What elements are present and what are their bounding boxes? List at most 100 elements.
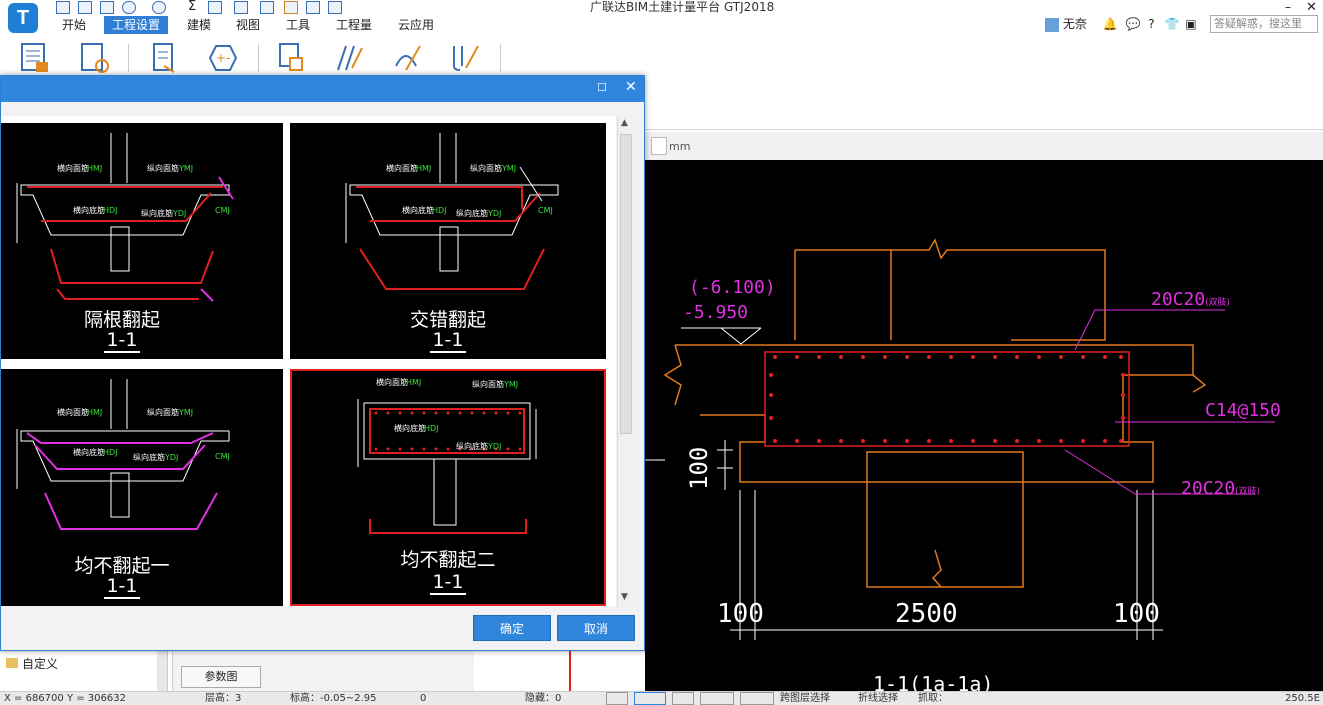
app-logo[interactable]: T	[8, 3, 38, 33]
cancel-button[interactable]: 取消	[557, 615, 635, 641]
scroll-down-icon[interactable]: ▼	[621, 592, 628, 602]
scale-text: 250.5E	[1285, 693, 1320, 704]
label-bottom-transverse: 横向底筋	[73, 205, 105, 215]
tree-item-custom[interactable]: 自定义	[6, 655, 58, 672]
rebar-design-icon[interactable]	[334, 42, 364, 74]
grab-text: 抓取：	[918, 693, 948, 704]
label-top-longitudinal: 纵向面筋	[472, 379, 504, 389]
floor-settings-icon[interactable]: +-	[206, 42, 240, 74]
scroll-thumb[interactable]	[620, 134, 632, 434]
label-code-cmj: CMJ	[215, 206, 230, 215]
unit-spinner[interactable]	[651, 137, 667, 155]
option-gallery: 横向面筋 HMJ 纵向面筋 YMJ 横向底筋 HDJ 纵向底筋 YDJ CMJ …	[1, 116, 616, 606]
snap-mode-button[interactable]	[606, 692, 628, 705]
new-icon[interactable]	[56, 1, 70, 14]
scroll-up-icon[interactable]: ▲	[621, 118, 628, 128]
ok-button[interactable]: 确定	[473, 615, 551, 641]
view-icon[interactable]	[234, 1, 248, 14]
copy-icon[interactable]	[328, 1, 342, 14]
elev-bottom-text: -5.950	[683, 302, 748, 323]
table-icon[interactable]	[306, 1, 320, 14]
tab-tools[interactable]: 工具	[278, 16, 318, 34]
ortho-button[interactable]	[700, 692, 734, 705]
label-code-hdj: HDJ	[103, 448, 118, 457]
label-code-ydj: YDJ	[487, 209, 501, 218]
edit-icon[interactable]	[284, 1, 298, 14]
sum-icon[interactable]: Σ	[188, 0, 196, 14]
help-icon[interactable]: ?	[1148, 17, 1154, 31]
red-guide-line	[569, 650, 571, 691]
option-section: 1-1	[430, 329, 466, 353]
tab-modeling[interactable]: 建模	[179, 16, 219, 34]
label-code-hdj: HDJ	[103, 206, 118, 215]
drawing-canvas[interactable]: (-6.100) -5.950 20C20 (双肢) C14@150 20C20…	[645, 160, 1323, 691]
label-top-transverse: 横向面筋	[376, 377, 408, 387]
undo-icon[interactable]	[122, 1, 136, 14]
select-mode-button[interactable]	[634, 692, 666, 705]
option-card-staggered-bent[interactable]: 横向面筋 HMJ 纵向面筋 YMJ 横向底筋 HDJ 纵向底筋 YDJ CMJ …	[290, 123, 606, 359]
coords-text: X = 686700 Y = 306632	[4, 693, 126, 704]
screen-icon[interactable]: ▣	[1185, 17, 1196, 31]
tab-start[interactable]: 开始	[54, 16, 94, 34]
search-input[interactable]: 答疑解惑，搜这里	[1210, 15, 1318, 33]
cross-layer-select[interactable]: 跨图层选择	[780, 692, 830, 705]
title-bar: T Σ 广联达BIM土建计量平台 GTJ2018 开始 工程设置 建模 视图 工…	[0, 0, 1323, 34]
label-code-ymj: YMJ	[178, 164, 193, 173]
label-bottom-longitudinal: 纵向底筋	[133, 452, 165, 462]
user-area[interactable]: 无奈 🔔 💬 ? 👕 ▣	[1045, 15, 1197, 33]
ribbon-divider	[258, 44, 259, 72]
bell-icon[interactable]: 🔔	[1103, 17, 1118, 31]
option-section: 1-1	[104, 329, 140, 353]
dim-right-text: 100	[1113, 599, 1160, 629]
cad-section-drawing: (-6.100) -5.950 20C20 (双肢) C14@150 20C20…	[645, 238, 1281, 691]
tab-project-settings[interactable]: 工程设置	[104, 16, 169, 34]
user-avatar-icon	[1045, 17, 1059, 32]
dialog-titlebar[interactable]: ☐ ✕	[1, 76, 644, 102]
rebar-bottom-text: 20C20	[1181, 478, 1235, 499]
label-bottom-transverse: 横向底筋	[394, 423, 426, 433]
report-icon[interactable]	[208, 1, 222, 14]
option-card-no-bent-one[interactable]: 横向面筋 HMJ 纵向面筋 YMJ 横向底筋 HDJ 纵向底筋 YDJ CMJ …	[1, 369, 283, 606]
tab-quantities[interactable]: 工程量	[328, 16, 380, 34]
param-diagram-button[interactable]: 参数图	[181, 666, 261, 688]
rebar-option-dialog: ☐ ✕ 横向面筋 HMJ 纵向面筋 YMJ 横向底筋 HDJ 纵向底筋 YDJ …	[0, 75, 645, 651]
dialog-maximize-icon[interactable]: ☐	[597, 81, 607, 94]
rebar-settings-icon[interactable]	[150, 42, 180, 74]
option-section: 1-1	[104, 575, 140, 599]
option-title: 均不翻起一	[74, 555, 170, 577]
tree-scrollbar[interactable]	[157, 650, 167, 691]
minimize-button[interactable]: –	[1285, 0, 1291, 14]
layer-height-text: 层高：3	[205, 693, 242, 704]
polyline-select[interactable]: 折线选择	[858, 692, 898, 705]
rebar-top-note: (双肢)	[1205, 296, 1230, 308]
rebar-dots	[769, 355, 1125, 443]
label-code-hdj: HDJ	[424, 424, 439, 433]
tab-cloud[interactable]: 云应用	[390, 16, 442, 34]
option-card-alternate-bent[interactable]: 横向面筋 HMJ 纵向面筋 YMJ 横向底筋 HDJ 纵向底筋 YDJ CMJ …	[1, 123, 283, 359]
tab-view[interactable]: 视图	[228, 16, 268, 34]
rebar-compare-icon[interactable]	[450, 42, 480, 74]
option-card-no-bent-two[interactable]: 横向面筋 HMJ 纵向面筋 YMJ 横向底筋 HDJ 纵向底筋 YDJ 均不翻起…	[290, 369, 606, 606]
shirt-icon[interactable]: 👕	[1164, 17, 1179, 31]
close-window-button[interactable]: ✕	[1306, 0, 1317, 15]
calc-settings-icon[interactable]	[80, 42, 110, 74]
save-icon[interactable]	[78, 1, 92, 14]
layer-icon[interactable]	[276, 42, 306, 74]
project-info-icon[interactable]	[20, 42, 50, 74]
cross-select-button[interactable]	[672, 692, 694, 705]
rebar-edit-icon[interactable]	[392, 42, 422, 74]
chat-icon[interactable]: 💬	[1125, 17, 1140, 31]
redo-icon[interactable]	[152, 1, 166, 14]
dim-left-text: 100	[717, 599, 764, 629]
label-code-ymj: YMJ	[501, 164, 516, 173]
gallery-scrollbar[interactable]: ▲ ▼	[617, 116, 634, 607]
dim-vertical-text: 100	[685, 447, 713, 490]
dialog-close-icon[interactable]: ✕	[625, 79, 637, 95]
label-code-cmj: CMJ	[538, 206, 553, 215]
option-title: 均不翻起二	[400, 549, 496, 571]
save-as-icon[interactable]	[100, 1, 114, 14]
label-code-ydj: YDJ	[487, 442, 501, 451]
folder-icon	[6, 658, 18, 668]
grid-button[interactable]	[740, 692, 774, 705]
print-icon[interactable]	[260, 1, 274, 14]
